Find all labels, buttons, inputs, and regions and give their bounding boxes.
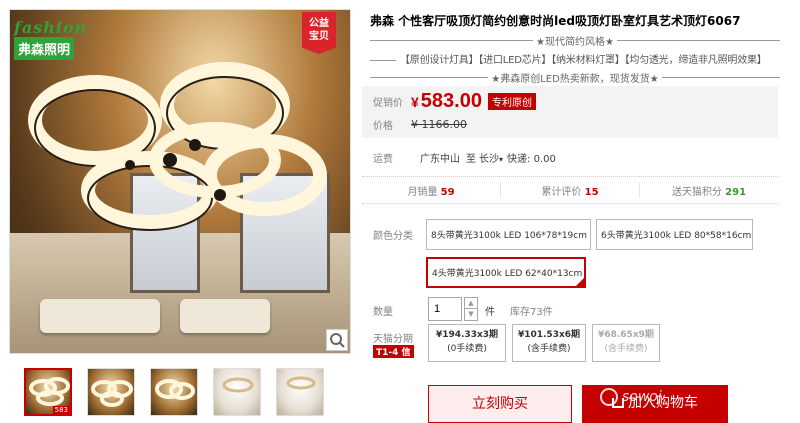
watermark-circle-icon — [600, 388, 618, 406]
promo-price-value: 583.00 — [420, 90, 482, 112]
increment-icon[interactable]: ▲ — [465, 298, 477, 309]
monthly-sales: 月销量 59 — [362, 182, 501, 198]
thumbnail-strip: 583 — [24, 368, 324, 416]
product-subtitle: ★弗森原创LED热卖新款，现货发货★ — [370, 70, 780, 85]
main-product-image[interactable]: fashion 弗森照明 公益 宝贝 — [9, 9, 351, 354]
review-count-label: 累计评价 — [541, 186, 582, 198]
monthly-sales-value: 59 — [440, 186, 455, 198]
plan-amount: ¥101.53x6期 — [517, 330, 581, 340]
reward-points-value: 291 — [725, 186, 747, 198]
thumbnail-price: 583 — [52, 406, 70, 414]
original-price-row: 价格 ¥ 1166.00 — [373, 117, 467, 132]
plan-amount: ¥68.65x9期 — [598, 330, 654, 340]
original-price: ¥ 1166.00 — [411, 118, 467, 131]
tags-text: 【原创设计灯具】【进口LED芯片】【纳米材料灯罩】【均匀透光，缔造非凡照明效果】 — [400, 55, 767, 66]
price-box: 促销价 ¥583.00 专利原创 价格 ¥ 1166.00 — [362, 86, 778, 138]
stats-bar: 月销量 59 累计评价 15 送天猫积分 291 — [362, 176, 778, 204]
monthly-sales-label: 月销量 — [407, 186, 438, 198]
color-option-label: 4头带黄光3100k LED 62*40*13cm — [432, 269, 583, 279]
brand-logo-cn: 弗森照明 — [14, 37, 75, 60]
ship-to-prefix: 至 — [466, 154, 476, 165]
installment-plan[interactable]: ¥68.65x9期 (含手续费) — [592, 324, 660, 362]
shipping-fee: 快递: 0.00 — [507, 154, 556, 165]
review-count[interactable]: 累计评价 15 — [501, 182, 640, 198]
color-option[interactable]: 8头带黄光3100k LED 106*78*19cm — [426, 219, 591, 250]
shipping-row: 运费 广东中山 至 长沙▾ 快递: 0.00 — [373, 150, 556, 165]
plan-amount: ¥194.33x3期 — [435, 330, 499, 340]
subtitle-text: ★弗森原创LED热卖新款，现货发货★ — [491, 74, 659, 85]
divider — [661, 77, 780, 78]
reward-points: 送天猫积分 291 — [640, 183, 778, 198]
color-option-selected[interactable]: 4头带黄光3100k LED 62*40*13cm — [426, 257, 586, 288]
thumbnail[interactable] — [276, 368, 324, 416]
plan-fee: (含手续费) — [604, 344, 648, 354]
thumbnail[interactable]: 583 — [24, 368, 72, 416]
subtitle-text: ★现代简约风格★ — [536, 37, 614, 48]
divider — [370, 59, 396, 61]
promo-price-label: 促销价 — [373, 98, 403, 109]
ceiling-lamp-image — [28, 62, 327, 231]
color-option-label: 8头带黄光3100k LED 106*78*19cm — [431, 231, 587, 241]
thumbnail[interactable] — [87, 368, 135, 416]
ship-to: 长沙 — [479, 154, 499, 165]
quantity-input[interactable] — [428, 297, 462, 321]
decrement-icon[interactable]: ▼ — [465, 309, 477, 320]
color-option-label: 6头带黄光3100k LED 80*58*16cm — [601, 231, 752, 241]
charity-badge: 公益 宝贝 — [302, 12, 336, 54]
buy-now-button[interactable]: 立刻购买 — [428, 385, 572, 423]
magnifier-icon[interactable] — [326, 329, 348, 351]
badge-line: 宝贝 — [309, 31, 329, 42]
currency-symbol: ¥ — [411, 94, 419, 110]
quantity-stepper[interactable]: ▲ ▼ — [464, 297, 478, 321]
installment-badge: T1-4 信 — [373, 345, 414, 358]
chevron-down-icon: ▾ — [499, 155, 504, 164]
review-count-value: 15 — [584, 186, 599, 198]
original-price-label: 价格 — [373, 121, 393, 132]
promo-price: ¥583.00 — [411, 90, 482, 113]
quantity-label: 数量 — [373, 307, 393, 318]
thumbnail[interactable] — [150, 368, 198, 416]
product-info: 弗森 个性客厅吸顶灯简约创意时尚led吸顶灯卧室灯具艺术顶灯6067 ★现代简约… — [370, 12, 780, 85]
promo-price-row: 促销价 ¥583.00 专利原创 — [373, 90, 536, 113]
reward-points-label: 送天猫积分 — [671, 186, 722, 198]
promo-tag: 专利原创 — [487, 93, 536, 110]
ship-from: 广东中山 — [420, 154, 460, 165]
product-subtitle: ★现代简约风格★ — [370, 33, 780, 48]
product-tags: 【原创设计灯具】【进口LED芯片】【纳米材料灯罩】【均匀透光，缔造非凡照明效果】 — [370, 51, 780, 66]
badge-line: 公益 — [309, 18, 329, 29]
brand-logo-en: fashion — [14, 18, 88, 37]
thumbnail[interactable] — [213, 368, 261, 416]
watermark: sowoj — [600, 388, 662, 406]
color-label: 颜色分类 — [373, 231, 413, 242]
divider — [616, 40, 780, 41]
plan-fee: (含手续费) — [527, 344, 571, 354]
shipping-label: 运费 — [373, 154, 393, 165]
ship-to-select[interactable]: 长沙▾ — [479, 150, 503, 165]
divider — [370, 40, 534, 41]
installment-plan[interactable]: ¥101.53x6期 (含手续费) — [512, 324, 586, 362]
color-option[interactable]: 6头带黄光3100k LED 80*58*16cm — [596, 219, 753, 250]
plan-fee: (0手续费) — [447, 344, 487, 354]
installment-label: 天猫分期 — [373, 334, 413, 345]
brand-logo: fashion 弗森照明 — [14, 20, 92, 60]
product-title: 弗森 个性客厅吸顶灯简约创意时尚led吸顶灯卧室灯具艺术顶灯6067 — [370, 14, 741, 28]
quantity-unit: 件 — [485, 307, 495, 318]
installment-plan[interactable]: ¥194.33x3期 (0手续费) — [428, 324, 506, 362]
divider — [370, 77, 489, 78]
stock-count: 库存73件 — [510, 307, 553, 318]
watermark-text: sowoj — [622, 389, 662, 405]
